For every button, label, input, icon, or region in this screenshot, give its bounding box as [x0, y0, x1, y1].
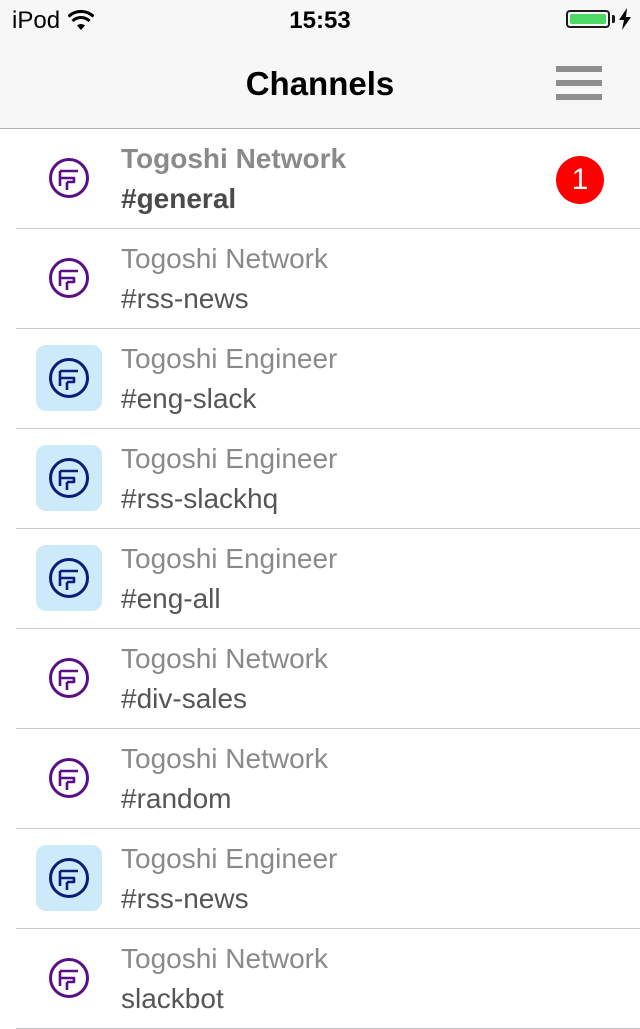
team-name: Togoshi Engineer [121, 343, 338, 374]
battery-icon [566, 10, 610, 28]
list-item[interactable]: Togoshi Network #random [0, 729, 640, 829]
team-name: Togoshi Engineer [121, 443, 338, 474]
channel-name: #eng-slack [121, 383, 257, 414]
channel-name: #general [121, 183, 237, 214]
engineer-team-icon [36, 445, 102, 511]
list-item[interactable]: Togoshi Network #div-sales [0, 629, 640, 729]
channel-name: #div-sales [121, 683, 248, 714]
channel-name: #eng-all [121, 583, 221, 614]
engineer-team-icon [36, 345, 102, 411]
team-name: Togoshi Network [121, 743, 328, 774]
battery-level [570, 14, 606, 24]
network-team-icon [36, 945, 102, 1011]
battery-tip [612, 15, 615, 23]
channel-name: #random [121, 783, 232, 814]
channel-name: #rss-news [121, 883, 249, 914]
team-name: Togoshi Engineer [121, 843, 338, 874]
network-team-icon [36, 245, 102, 311]
team-name: Togoshi Network [121, 943, 328, 974]
list-item[interactable]: Togoshi Engineer #eng-all [0, 529, 640, 629]
team-name: Togoshi Network [121, 243, 328, 274]
network-team-icon [36, 645, 102, 711]
charging-bolt-icon [619, 8, 631, 30]
network-team-icon [36, 745, 102, 811]
channel-name: #rss-news [121, 283, 249, 314]
list-item[interactable]: Togoshi Network #rss-news [0, 229, 640, 329]
list-item[interactable]: Togoshi Engineer #eng-slack [0, 329, 640, 429]
list-item[interactable]: Togoshi Engineer #rss-slackhq [0, 429, 640, 529]
status-time: 15:53 [289, 7, 351, 34]
channel-list: Togoshi Network #general 1 Togoshi Network #… [0, 129, 640, 1029]
engineer-team-icon [36, 845, 102, 911]
hamburger-menu-icon[interactable] [556, 66, 604, 104]
network-team-icon [36, 145, 102, 211]
engineer-team-icon [36, 545, 102, 611]
team-name: Togoshi Network [121, 643, 328, 674]
team-name: Togoshi Engineer [121, 543, 338, 574]
team-name: Togoshi Network [121, 143, 347, 174]
list-item[interactable]: Togoshi Engineer #rss-news [0, 829, 640, 929]
unread-badge: 1 [556, 156, 604, 204]
list-item[interactable]: Togoshi Network #general 1 [0, 129, 640, 229]
status-bar: iPod 15:53 [0, 0, 640, 42]
navigation-bar: Channels [0, 42, 640, 129]
list-item[interactable]: Togoshi Network slackbot [0, 929, 640, 1029]
page-title: Channels [245, 65, 395, 102]
channel-name: slackbot [121, 983, 224, 1014]
channel-name: #rss-slackhq [121, 483, 279, 514]
